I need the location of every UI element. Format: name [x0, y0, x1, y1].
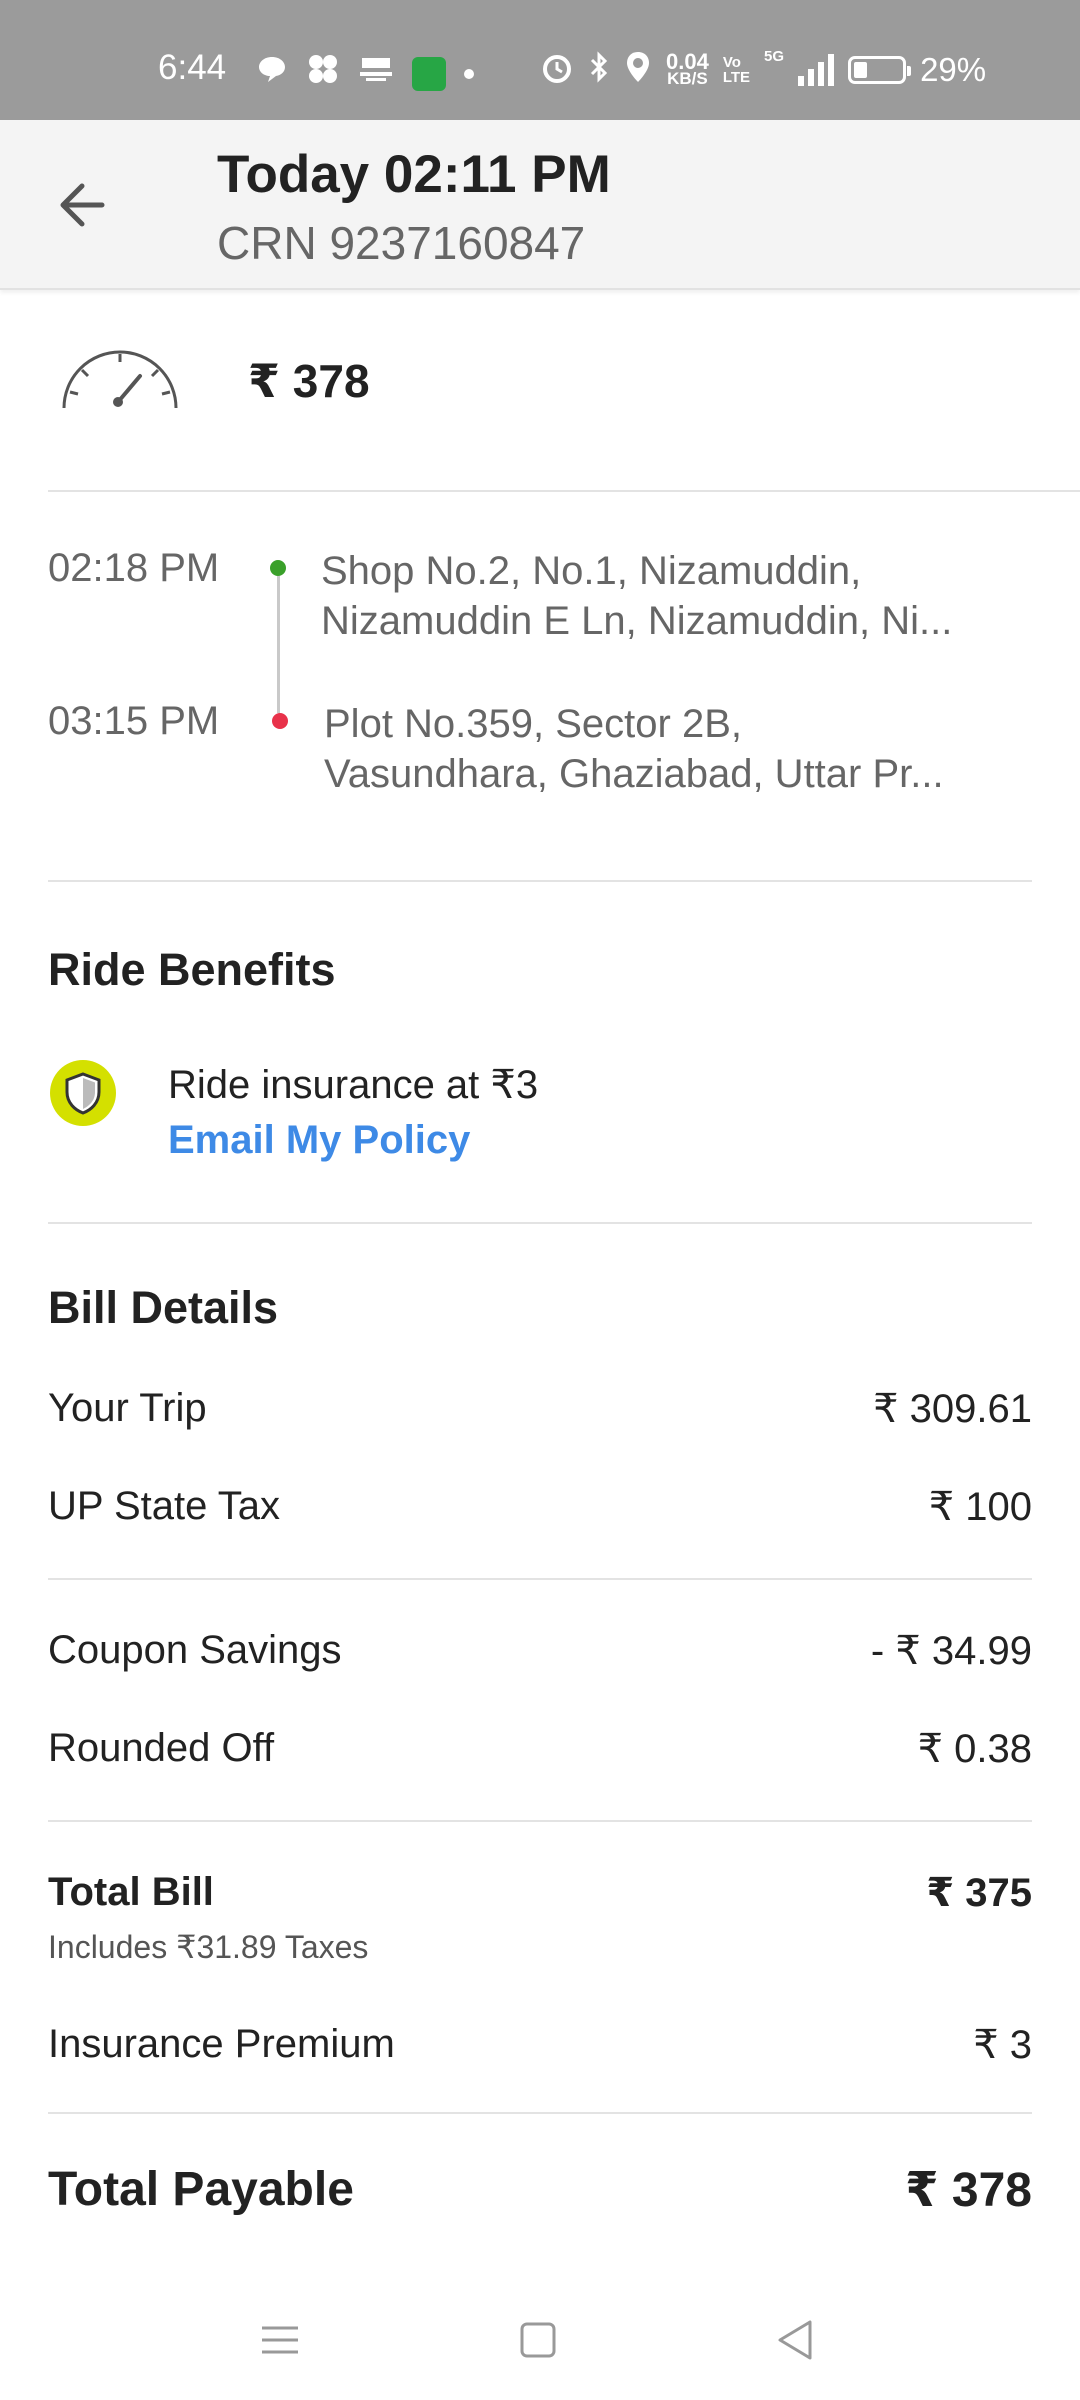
divider: [48, 490, 1080, 492]
crn-number: CRN 9237160847: [217, 217, 586, 269]
divider: [48, 1222, 1032, 1224]
divider: [48, 1578, 1032, 1580]
app-header: Today 02:11 PM CRN 9237160847: [0, 120, 1080, 290]
volte-indicator: Vo LTE: [723, 55, 750, 85]
net-speed-unit: KB/S: [667, 68, 708, 88]
drop-address: Plot No.359, Sector 2B, Vasundhara, Ghaz…: [324, 699, 944, 799]
total-payable-value: ₹ 378: [905, 2164, 1032, 2217]
volte-top: Vo: [722, 53, 741, 71]
insurance-text: Ride insurance at ₹3: [168, 1063, 539, 1107]
pickup-time: 02:18 PM: [48, 546, 220, 590]
status-time: 6:44: [158, 48, 227, 87]
shield-icon: [65, 1072, 101, 1115]
more-notifications-dot: [464, 68, 474, 79]
back-nav-button[interactable]: [766, 2310, 826, 2370]
system-nav-bar: [0, 2280, 1080, 2400]
pickup-address: Shop No.2, No.1, Nizamuddin, Nizamuddin …: [321, 546, 952, 646]
drop-address-line1: Plot No.359, Sector 2B,: [324, 702, 743, 746]
total-bill-value: ₹ 375: [926, 1871, 1032, 1915]
speedometer-icon: [62, 350, 178, 409]
app-logo-icon: [358, 54, 394, 93]
network-type: 5G: [764, 48, 785, 65]
pickup-dot: [270, 560, 286, 576]
status-bar: 6:44 0.04 KB/S Vo LTE 5G 29%: [0, 0, 1080, 120]
ride-datetime: Today 02:11 PM: [217, 145, 611, 204]
pickup-address-line2: Nizamuddin E Ln, Nizamuddin, Ni...: [321, 599, 953, 643]
route-line: [277, 576, 280, 713]
green-app-icon: [412, 56, 446, 91]
volte-bottom: LTE: [722, 68, 751, 86]
drop-address-line2: Vasundhara, Ghaziabad, Uttar Pr...: [324, 752, 944, 796]
total-payable-label: Total Payable: [48, 2163, 354, 2216]
bill-details-title: Bill Details: [48, 1282, 279, 1333]
arrow-left-icon: [60, 183, 105, 227]
system-icons: 0.04 KB/S Vo LTE 5G 29%: [540, 48, 987, 89]
square-icon: [520, 2322, 556, 2358]
drop-time: 03:15 PM: [48, 699, 220, 743]
email-policy-link[interactable]: Email My Policy: [168, 1118, 470, 1163]
insurance-premium-label: Insurance Premium: [48, 2022, 395, 2066]
bluetooth-icon: [588, 50, 610, 89]
taxes-note: Includes ₹31.89 Taxes: [48, 1929, 369, 1965]
fare-amount: ₹ 378: [248, 355, 370, 407]
rounded-off-label: Rounded Off: [48, 1726, 275, 1770]
pickup-address-line1: Shop No.2, No.1, Nizamuddin,: [321, 549, 862, 593]
battery-icon: [848, 55, 912, 84]
home-nav-button[interactable]: [508, 2310, 568, 2370]
your-trip-value: ₹ 309.61: [873, 1387, 1032, 1431]
divider: [48, 2112, 1032, 2114]
ride-benefits-title: Ride Benefits: [48, 944, 336, 995]
triangle-back-icon: [778, 2320, 812, 2360]
net-speed: 0.04 KB/S: [666, 48, 709, 88]
drop-dot: [272, 713, 288, 729]
net-speed-value: 0.04: [666, 48, 709, 74]
back-button[interactable]: [50, 170, 120, 240]
total-bill-label: Total Bill: [48, 1870, 214, 1914]
divider: [48, 880, 1032, 882]
insurance-badge: [50, 1060, 116, 1126]
menu-icon: [262, 2326, 298, 2354]
chat-bubble-icon: [256, 54, 288, 93]
coupon-savings-label: Coupon Savings: [48, 1628, 342, 1672]
your-trip-label: Your Trip: [48, 1386, 207, 1430]
pinwheel-icon: [306, 52, 340, 95]
signal-strength-icon: [798, 53, 835, 86]
state-tax-label: UP State Tax: [48, 1484, 280, 1528]
divider: [48, 1820, 1032, 1822]
insurance-premium-value: ₹ 3: [973, 2023, 1032, 2067]
location-icon: [624, 50, 652, 89]
menu-nav-button[interactable]: [250, 2310, 310, 2370]
rounded-off-value: ₹ 0.38: [917, 1727, 1032, 1771]
battery-percent: 29%: [920, 50, 987, 88]
coupon-savings-value: - ₹ 34.99: [870, 1629, 1032, 1673]
notification-icons: [256, 52, 474, 95]
state-tax-value: ₹ 100: [928, 1485, 1032, 1529]
alarm-icon: [540, 50, 574, 89]
